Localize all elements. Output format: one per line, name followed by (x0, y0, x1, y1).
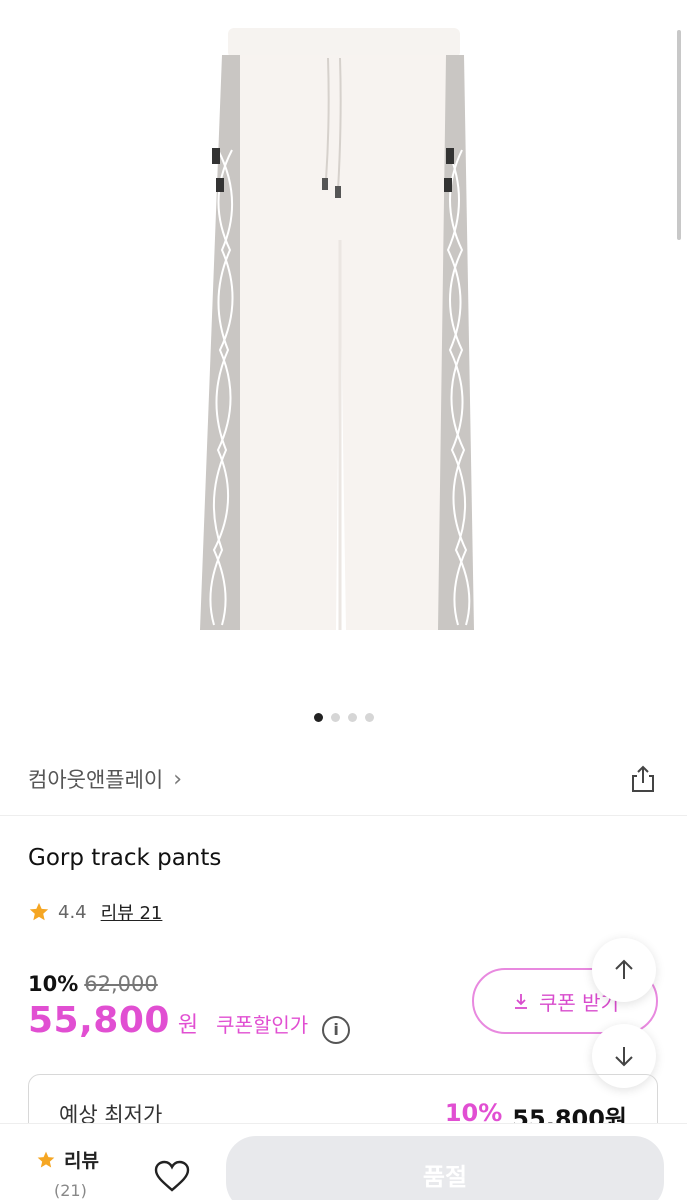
sale-price: 55,800 (28, 1000, 170, 1041)
price-row: 55,800 원 쿠폰할인가 i (28, 1000, 351, 1044)
heart-icon (154, 1160, 190, 1192)
arrow-up-icon (615, 959, 633, 979)
product-name: Gorp track pants (28, 845, 222, 871)
original-price: 62,000 (84, 972, 158, 996)
brand-row: 컴아웃앤플레이 › (28, 755, 660, 803)
product-image[interactable] (0, 0, 687, 700)
coupon-price-label: 쿠폰할인가 (216, 1013, 309, 1037)
bottom-review-header: 리뷰 (36, 1146, 106, 1173)
soldout-button[interactable]: 품절 (226, 1136, 664, 1200)
bottom-review-button[interactable]: 리뷰 (21) (36, 1146, 106, 1200)
track-pants-photo (200, 28, 474, 630)
rating-row: 4.4 리뷰 21 (28, 899, 162, 925)
review-link[interactable]: 리뷰 21 (101, 899, 163, 925)
star-icon (29, 902, 49, 921)
gallery-dot-2[interactable] (330, 713, 340, 722)
chevron-right-icon: › (173, 766, 183, 792)
brand-link[interactable]: 컴아웃앤플레이 › (28, 764, 182, 794)
gallery-pagination (0, 713, 687, 722)
gallery-dot-4[interactable] (364, 713, 374, 722)
bottom-review-label: 리뷰 (64, 1150, 99, 1172)
gallery-dot-1[interactable] (313, 713, 323, 722)
currency-unit: 원 (177, 1013, 199, 1038)
brand-name: 컴아웃앤플레이 (28, 768, 164, 792)
arrow-down-icon (615, 1047, 633, 1067)
info-icon[interactable]: i (322, 1015, 351, 1044)
rating-value: 4.4 (58, 901, 87, 923)
bottom-review-count: (21) (54, 1181, 87, 1200)
share-icon[interactable] (626, 762, 660, 796)
page-scrollbar[interactable] (677, 30, 681, 240)
discount-rate: 10% (28, 972, 79, 996)
discount-row: 10% 62,000 (28, 972, 158, 996)
bottom-action-bar: 리뷰 (21) 품절 (0, 1124, 687, 1200)
wishlist-button[interactable] (150, 1154, 194, 1198)
scroll-top-button[interactable] (592, 938, 656, 1002)
gallery-dot-3[interactable] (347, 713, 357, 722)
download-icon (515, 994, 528, 1009)
divider (0, 815, 687, 816)
star-icon (37, 1151, 55, 1167)
